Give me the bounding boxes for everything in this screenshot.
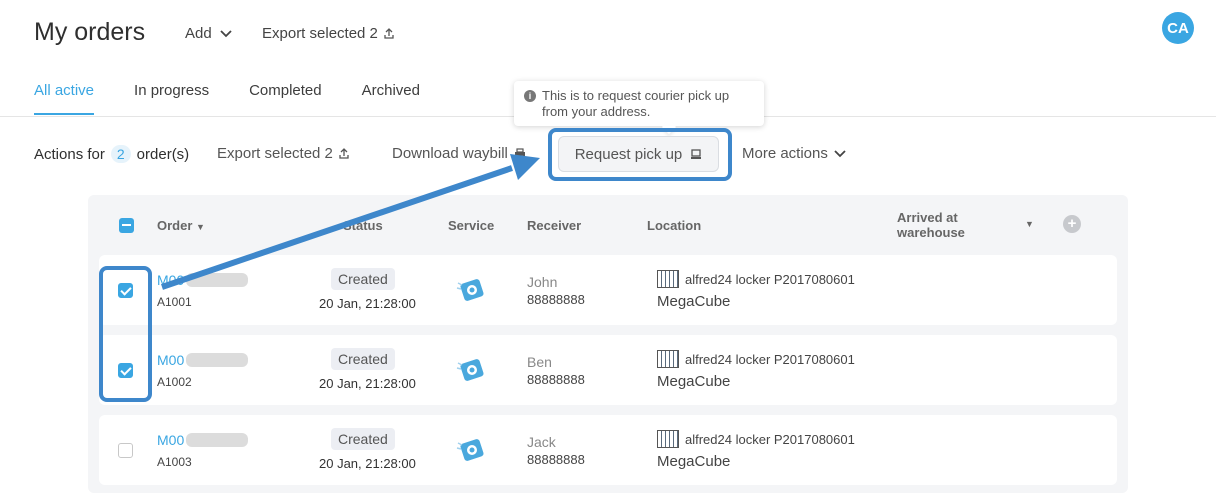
location-column-header: Location xyxy=(647,218,702,233)
order-tabs: All active In progress Completed Archive… xyxy=(34,82,460,115)
status-date: 20 Jan, 21:28:00 xyxy=(319,456,416,471)
chevron-down-icon xyxy=(220,29,232,37)
locker-name: alfred24 locker P2017080601 xyxy=(685,432,855,447)
request-pickup-tooltip: i This is to request courier pick up fro… xyxy=(514,81,764,126)
status-badge: Created xyxy=(331,348,395,370)
more-actions-label: More actions xyxy=(742,145,828,162)
bulk-export-button[interactable]: Export selected 2 xyxy=(217,145,349,162)
printer-icon xyxy=(514,148,525,159)
receiver-name: Jack xyxy=(527,434,556,450)
redacted-order-number xyxy=(186,273,249,287)
checkbox-highlight-box xyxy=(99,266,152,402)
export-icon xyxy=(384,28,394,39)
service-locker-icon xyxy=(456,279,484,301)
order-prefix: M00 xyxy=(157,352,185,368)
receiver-phone: 88888888 xyxy=(527,372,585,387)
status-date: 20 Jan, 21:28:00 xyxy=(319,296,416,311)
location-name: MegaCube xyxy=(657,293,731,310)
export-icon xyxy=(339,148,349,159)
table-row[interactable]: M00 A1001 Created 20 Jan, 21:28:00 John … xyxy=(99,255,1117,325)
order-header-label: Order xyxy=(157,218,193,233)
locker-icon xyxy=(657,430,679,448)
table-row[interactable]: M00 A1002 Created 20 Jan, 21:28:00 Ben 8… xyxy=(99,335,1117,405)
export-selected-button[interactable]: Export selected 2 xyxy=(262,25,394,42)
locker-name: alfred24 locker P2017080601 xyxy=(685,272,855,287)
row-checkbox[interactable] xyxy=(118,443,133,458)
actions-suffix: order(s) xyxy=(136,145,190,163)
locker-icon xyxy=(657,270,679,288)
order-link[interactable]: M00 xyxy=(157,432,249,448)
order-link[interactable]: M00 xyxy=(157,352,249,368)
info-icon: i xyxy=(524,90,536,102)
sort-caret-icon: ▼ xyxy=(196,222,205,232)
order-column-header[interactable]: Order ▼ xyxy=(157,218,205,233)
locker-icon xyxy=(657,350,679,368)
select-all-checkbox[interactable] xyxy=(119,218,134,233)
more-actions-dropdown[interactable]: More actions xyxy=(742,145,846,162)
export-label: Export selected 2 xyxy=(262,25,378,42)
service-column-header: Service xyxy=(448,218,495,233)
page-title: My orders xyxy=(34,18,146,46)
receiver-phone: 88888888 xyxy=(527,292,585,307)
redacted-order-number xyxy=(186,353,249,367)
tab-completed[interactable]: Completed xyxy=(249,82,322,115)
status-date: 20 Jan, 21:28:00 xyxy=(319,376,416,391)
tab-all-active[interactable]: All active xyxy=(34,82,95,115)
status-column-header: Status xyxy=(343,218,383,233)
locker-name: alfred24 locker P2017080601 xyxy=(685,352,855,367)
actions-prefix: Actions for xyxy=(34,145,105,163)
request-pickup-highlight-box xyxy=(548,128,732,181)
receiver-column-header: Receiver xyxy=(527,218,582,233)
redacted-order-number xyxy=(186,433,249,447)
add-label: Add xyxy=(185,25,212,42)
download-waybill-button[interactable]: Download waybill xyxy=(392,145,526,162)
order-reference: A1002 xyxy=(157,375,192,389)
bulk-export-label: Export selected 2 xyxy=(217,145,333,162)
order-reference: A1001 xyxy=(157,295,192,309)
order-reference: A1003 xyxy=(157,455,192,469)
tab-archived[interactable]: Archived xyxy=(362,82,420,115)
order-link[interactable]: M00 xyxy=(157,272,249,288)
status-badge: Created xyxy=(331,268,395,290)
arrived-dropdown-caret-icon[interactable]: ▼ xyxy=(1025,219,1034,229)
receiver-name: John xyxy=(527,274,558,290)
location-name: MegaCube xyxy=(657,453,731,470)
arrived-column-header: Arrived at warehouse xyxy=(897,210,965,240)
order-prefix: M00 xyxy=(157,432,185,448)
tooltip-text: This is to request courier pick up from … xyxy=(542,88,730,119)
add-column-icon[interactable]: + xyxy=(1063,215,1081,233)
service-locker-icon xyxy=(456,439,484,461)
tab-in-progress[interactable]: In progress xyxy=(134,82,209,115)
avatar[interactable]: CA xyxy=(1162,12,1194,44)
selected-count-badge: 2 xyxy=(110,145,131,163)
receiver-phone: 88888888 xyxy=(527,452,585,467)
table-row[interactable]: M00 A1003 Created 20 Jan, 21:28:00 Jack … xyxy=(99,415,1117,485)
location-name: MegaCube xyxy=(657,373,731,390)
order-prefix: M00 xyxy=(157,272,185,288)
bulk-actions-label: Actions for 2 order(s) xyxy=(34,145,189,163)
add-dropdown-button[interactable]: Add xyxy=(185,25,232,42)
service-locker-icon xyxy=(456,359,484,381)
status-badge: Created xyxy=(331,428,395,450)
waybill-label: Download waybill xyxy=(392,145,508,162)
chevron-down-icon xyxy=(834,149,846,157)
receiver-name: Ben xyxy=(527,354,552,370)
